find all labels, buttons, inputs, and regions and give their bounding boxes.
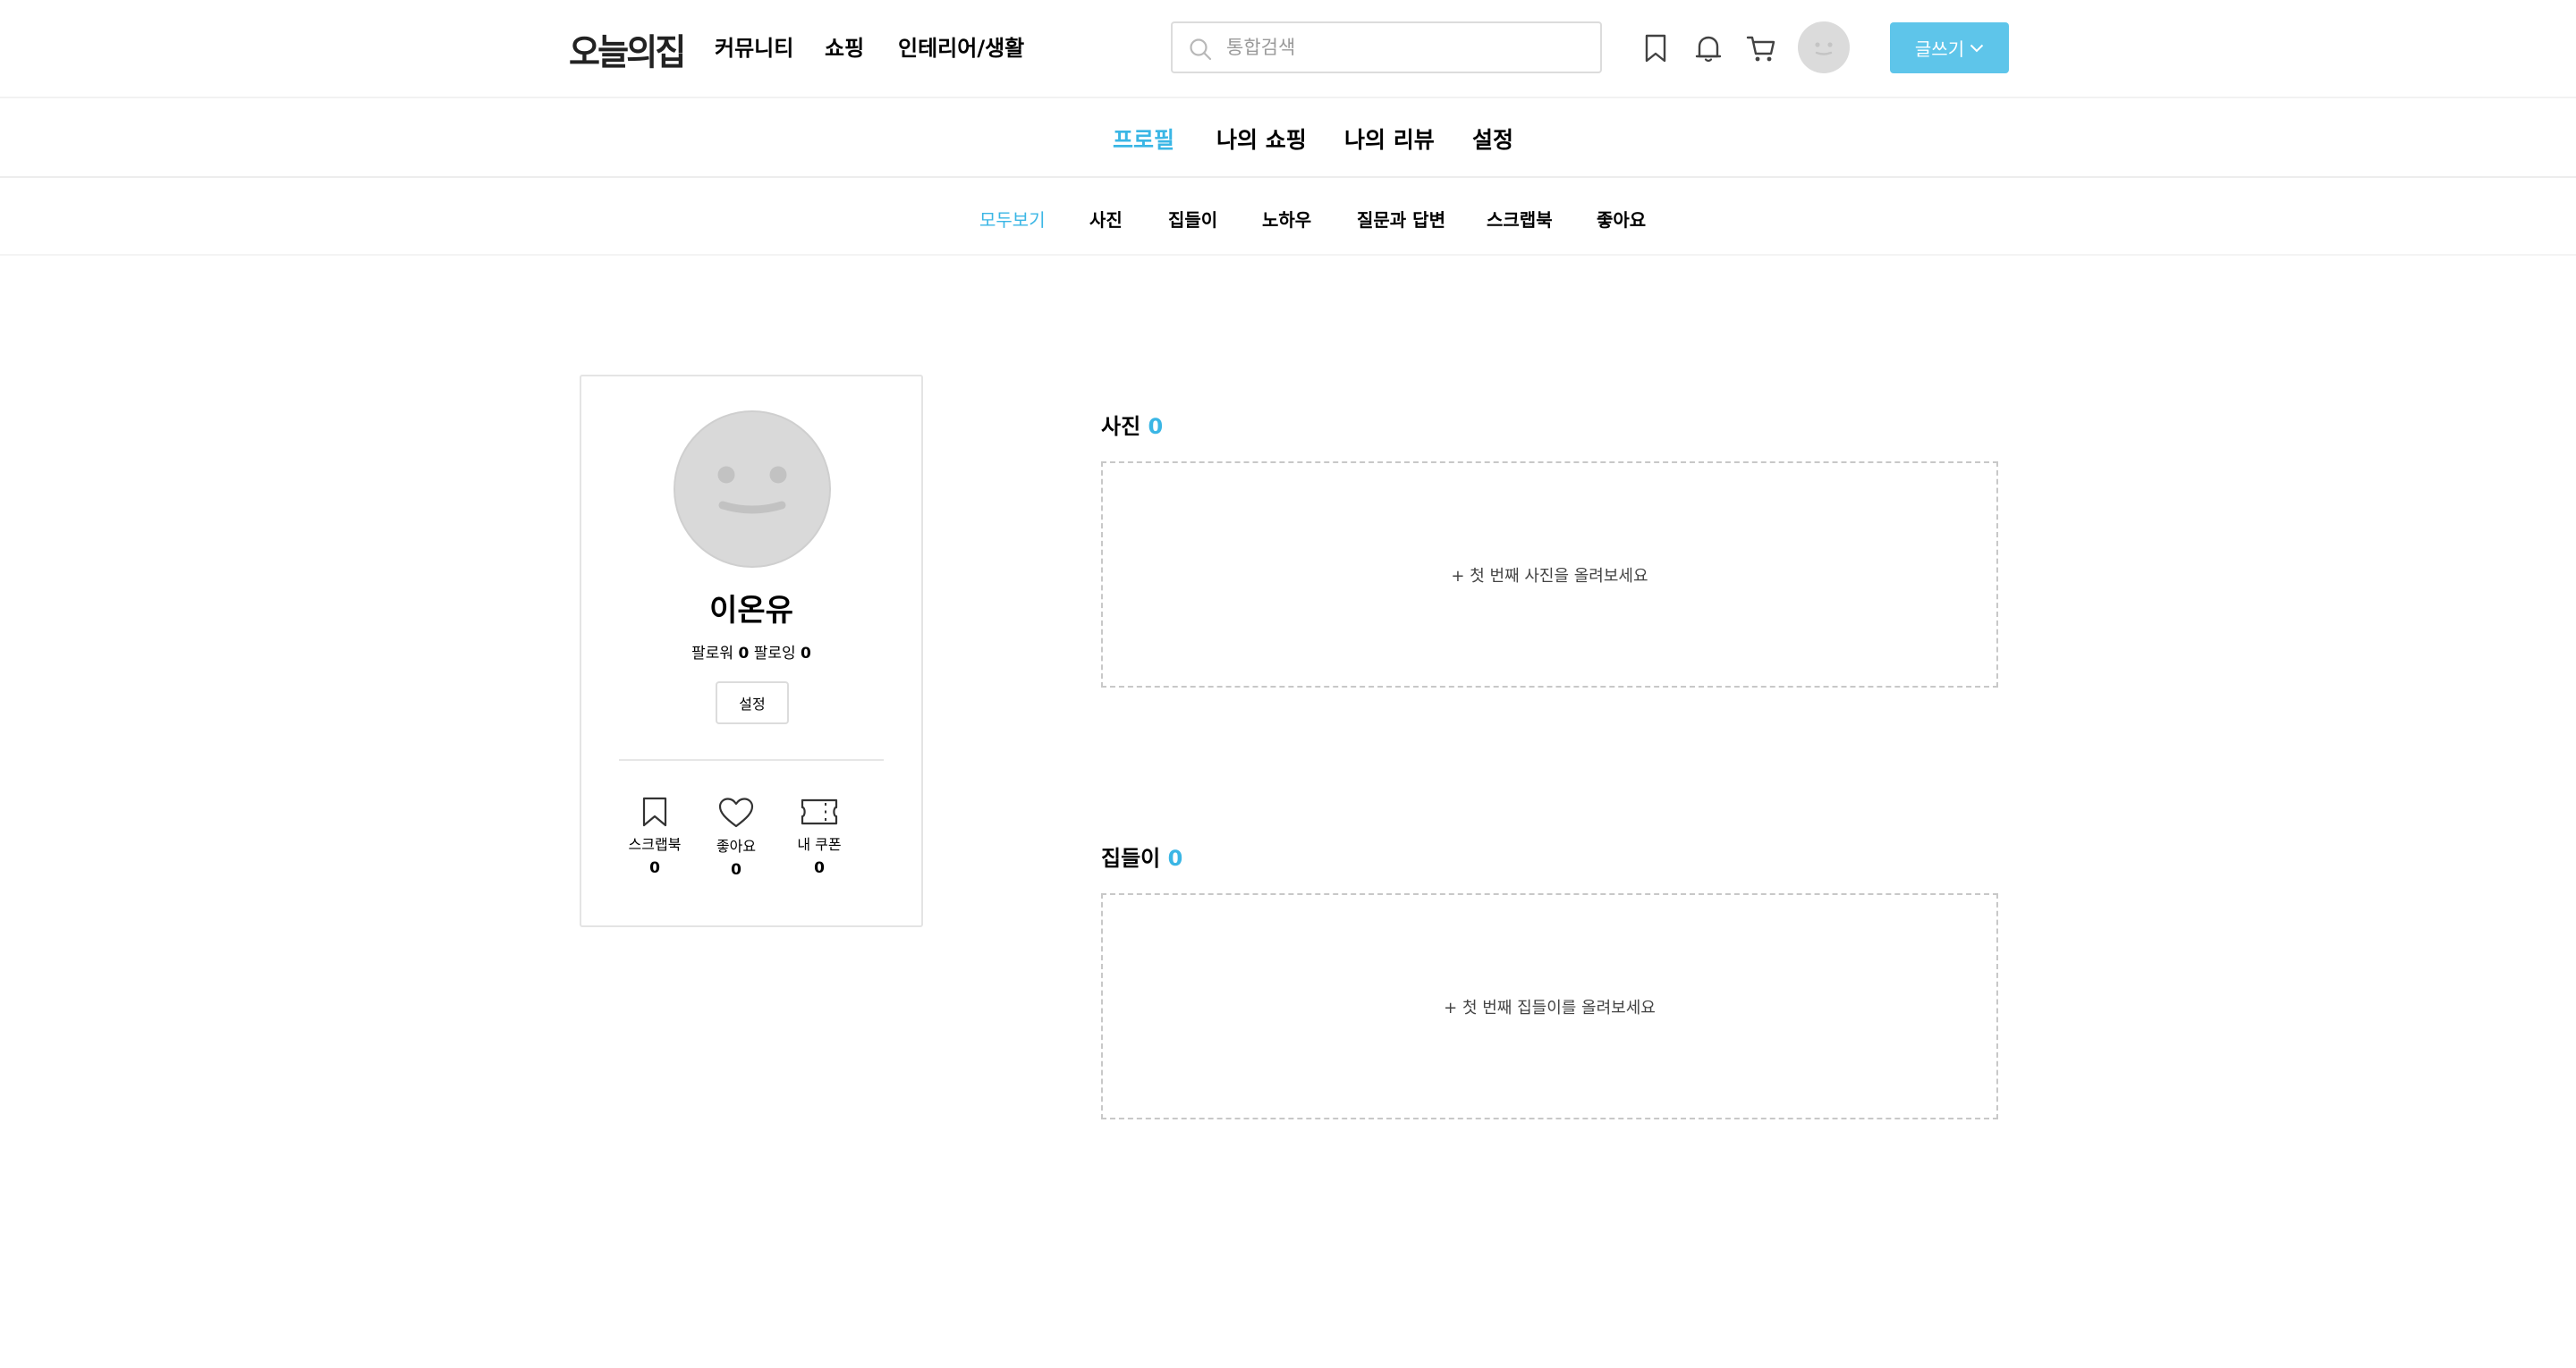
- follow-stats: 팔로워 0 팔로잉 0: [581, 640, 921, 663]
- avatar[interactable]: [1798, 21, 1850, 73]
- stat-count: 0: [731, 861, 741, 879]
- upload-housewarming-box[interactable]: + 첫 번째 집들이를 올려보세요: [1101, 893, 1998, 1119]
- heart-icon: [718, 798, 754, 828]
- bookmark-icon: [642, 797, 667, 827]
- tab-settings[interactable]: 설정: [1472, 122, 1513, 155]
- subtab-qna[interactable]: 질문과 답변: [1357, 206, 1445, 232]
- stat-likes[interactable]: 좋아요 0: [696, 797, 776, 879]
- top-header: 오늘의집 커뮤니티 쇼핑 인테리어/생활 글쓰기: [0, 0, 2576, 98]
- section-count: 0: [1148, 414, 1164, 439]
- nav-interior-life[interactable]: 인테리어/생활: [898, 30, 1024, 62]
- stat-label: 내 쿠폰: [797, 836, 842, 853]
- sub-tab-bar: 모두보기 사진 집들이 노하우 질문과 답변 스크랩북 좋아요: [0, 179, 2576, 256]
- cart-icon[interactable]: [1745, 32, 1777, 64]
- tab-my-shopping[interactable]: 나의 쇼핑: [1216, 122, 1307, 155]
- follower-count[interactable]: 0: [738, 645, 749, 663]
- subtab-all[interactable]: 모두보기: [979, 206, 1046, 232]
- section-title-housewarming: 집들이 0: [1101, 840, 1182, 872]
- subtab-housewarming[interactable]: 집들이: [1168, 206, 1217, 232]
- section-count: 0: [1167, 846, 1183, 871]
- following-count[interactable]: 0: [801, 645, 811, 663]
- profile-card: 이온유 팔로워 0 팔로잉 0 설정 스크랩북 0 좋아요 0 내 쿠폰 0: [580, 375, 923, 927]
- subtab-photos[interactable]: 사진: [1089, 206, 1123, 232]
- profile-name: 이온유: [709, 593, 793, 629]
- stat-label: 좋아요: [716, 838, 757, 855]
- face-icon: [1815, 42, 1833, 55]
- profile-settings-button[interactable]: 설정: [716, 681, 789, 724]
- write-button-label: 글쓰기: [1914, 38, 1965, 60]
- divider: [619, 759, 884, 761]
- chevron-down-icon: [1970, 44, 1984, 52]
- tab-profile[interactable]: 프로필: [1113, 122, 1174, 155]
- nav-community[interactable]: 커뮤니티: [715, 30, 793, 62]
- subtab-scrapbook[interactable]: 스크랩북: [1487, 206, 1553, 232]
- nav-shopping[interactable]: 쇼핑: [825, 30, 864, 62]
- write-button[interactable]: 글쓰기: [1890, 22, 2009, 73]
- stat-label: 스크랩북: [628, 836, 682, 853]
- profile-avatar[interactable]: [674, 410, 831, 568]
- tab-my-reviews[interactable]: 나의 리뷰: [1344, 122, 1435, 155]
- bell-icon[interactable]: [1692, 32, 1724, 64]
- following-label[interactable]: 팔로잉: [754, 645, 796, 663]
- site-logo[interactable]: 오늘의집: [569, 23, 686, 75]
- section-title: 사진: [1101, 414, 1141, 439]
- stat-count: 0: [814, 859, 825, 877]
- section-title: 집들이: [1101, 846, 1161, 871]
- face-icon: [717, 466, 787, 514]
- section-title-photos: 사진 0: [1101, 409, 1163, 440]
- stat-count: 0: [649, 859, 660, 877]
- subtab-likes[interactable]: 좋아요: [1597, 206, 1646, 232]
- follower-label[interactable]: 팔로워: [691, 645, 733, 663]
- subtab-knowhow[interactable]: 노하우: [1262, 206, 1311, 232]
- stat-coupons[interactable]: 내 쿠폰 0: [779, 797, 860, 877]
- upload-photo-box[interactable]: + 첫 번째 사진을 올려보세요: [1101, 461, 1998, 688]
- stat-scrapbook[interactable]: 스크랩북 0: [614, 797, 695, 877]
- coupon-icon: [801, 798, 838, 825]
- search-input[interactable]: [1226, 27, 1584, 68]
- primary-tab-bar: 프로필 나의 쇼핑 나의 리뷰 설정: [0, 99, 2576, 178]
- search-icon: [1190, 38, 1212, 61]
- bookmark-icon[interactable]: [1640, 32, 1672, 64]
- search-box: [1171, 21, 1602, 73]
